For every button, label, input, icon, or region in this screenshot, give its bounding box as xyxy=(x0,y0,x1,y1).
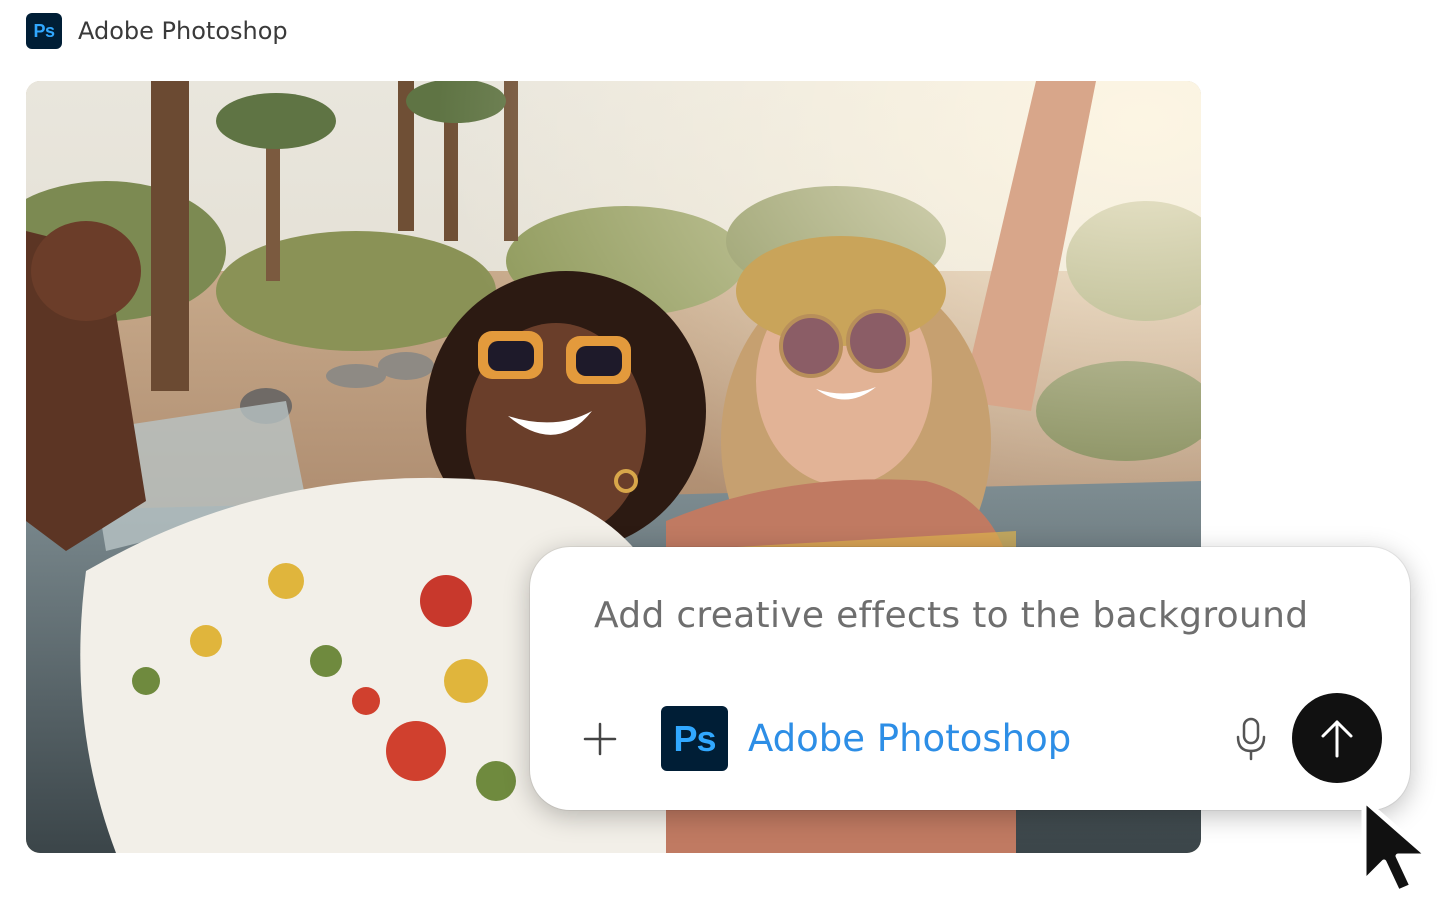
pointer-cursor-icon xyxy=(1361,797,1431,895)
arrow-up-icon xyxy=(1321,720,1353,758)
app-title: Adobe Photoshop xyxy=(78,17,288,45)
photoshop-app-chip[interactable]: Ps Adobe Photoshop xyxy=(661,706,1071,771)
send-button[interactable] xyxy=(1292,693,1382,783)
app-header: Ps Adobe Photoshop xyxy=(26,13,288,49)
photoshop-app-icon: Ps xyxy=(26,13,62,49)
photoshop-chip-icon: Ps xyxy=(661,706,728,771)
microphone-button[interactable] xyxy=(1234,717,1268,761)
microphone-icon xyxy=(1236,717,1266,761)
photoshop-chip-label: Adobe Photoshop xyxy=(748,717,1072,760)
plus-icon xyxy=(583,722,617,756)
prompt-input[interactable]: Add creative effects to the background xyxy=(594,595,1308,636)
prompt-card: Add creative effects to the background P… xyxy=(530,547,1410,810)
page: Ps Adobe Photoshop Add creative effects … xyxy=(0,0,1456,912)
pointer-cursor xyxy=(1358,796,1438,896)
add-attachment-button[interactable] xyxy=(580,719,620,759)
